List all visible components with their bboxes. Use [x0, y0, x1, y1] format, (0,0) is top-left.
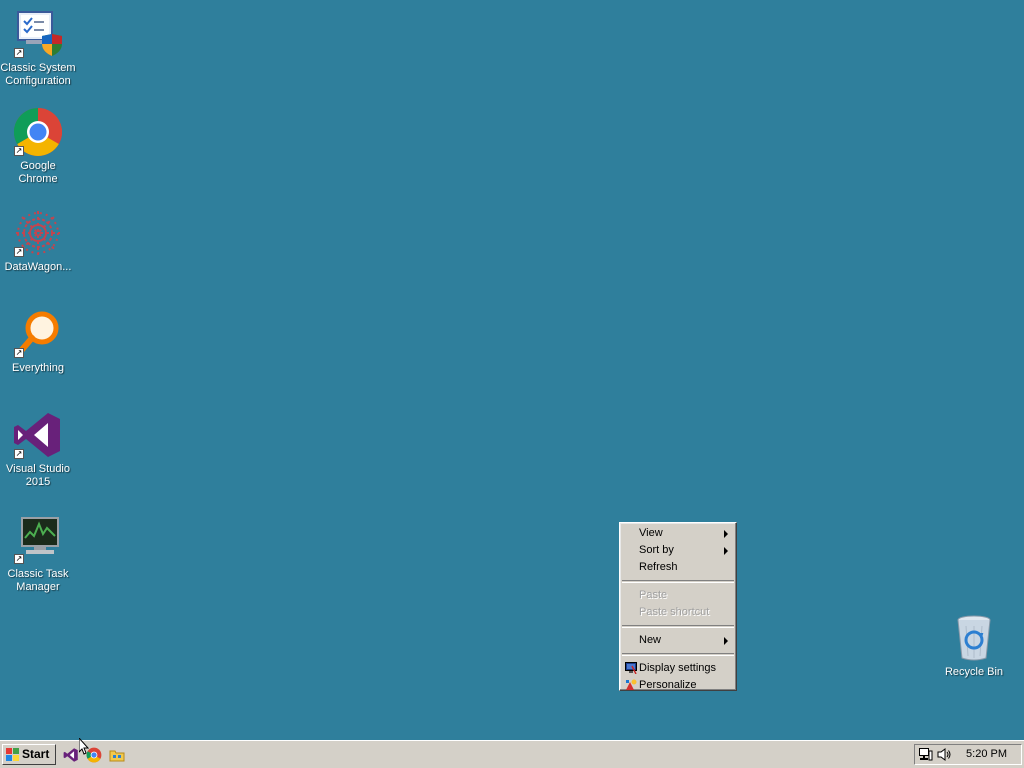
menu-item-label: Personalize	[639, 679, 697, 691]
desktop[interactable]: ↗ Classic System Configuration ↗ Google …	[0, 0, 1024, 740]
menu-item-view[interactable]: View	[622, 525, 734, 542]
desktop-icon-label: Everything	[12, 362, 64, 374]
shortcut-arrow-icon: ↗	[14, 146, 24, 156]
taskbar: Start 5:20 PM	[0, 740, 1024, 768]
chrome-icon: ↗	[12, 106, 64, 158]
menu-item-paste: Paste	[622, 587, 734, 604]
menu-item-paste-shortcut: Paste shortcut	[622, 604, 734, 621]
desktop-icon-datawagon[interactable]: ↗ DataWagon...	[0, 207, 76, 274]
menu-item-label: Sort by	[639, 544, 674, 556]
shortcut-arrow-icon: ↗	[14, 247, 24, 257]
desktop-icon-visual-studio[interactable]: ↗ Visual Studio 2015	[0, 409, 76, 489]
desktop-icon-label: Recycle Bin	[944, 666, 1004, 678]
desktop-icon-recycle-bin[interactable]: Recycle Bin	[936, 612, 1012, 679]
shortcut-arrow-icon: ↗	[14, 554, 24, 564]
visual-studio-icon: ↗	[12, 409, 64, 461]
submenu-arrow-icon	[724, 547, 728, 555]
taskbar-clock[interactable]: 5:20 PM	[966, 745, 1007, 764]
mouse-cursor-icon	[78, 736, 91, 756]
system-tray: 5:20 PM	[914, 744, 1022, 765]
network-icon[interactable]	[919, 748, 933, 761]
desktop-icon-label: DataWagon...	[4, 261, 72, 273]
start-button[interactable]: Start	[2, 744, 56, 765]
desktop-icon-label: Classic Task Manager	[7, 568, 69, 593]
menu-item-personalize[interactable]: Personalize	[622, 677, 734, 694]
task-manager-icon: ↗	[12, 514, 64, 566]
windows-logo-icon	[6, 748, 19, 761]
recycle-bin-icon	[948, 612, 1000, 664]
desktop-icon-label: Visual Studio 2015	[5, 463, 70, 488]
volume-icon[interactable]	[937, 748, 951, 761]
menu-item-label: Display settings	[639, 662, 717, 674]
shortcut-arrow-icon: ↗	[14, 449, 24, 459]
start-label: Start	[22, 747, 50, 761]
menu-item-label: Refresh	[639, 561, 678, 573]
menu-item-label: Paste	[639, 589, 668, 601]
desktop-icon-label: Classic System Configuration	[0, 62, 76, 87]
menu-separator	[622, 653, 734, 656]
desktop-icon-label: Google Chrome	[18, 160, 58, 185]
menu-item-label: View	[639, 527, 663, 539]
submenu-arrow-icon	[724, 637, 728, 645]
personalize-icon	[625, 679, 637, 691]
menu-item-refresh[interactable]: Refresh	[622, 559, 734, 576]
desktop-icon-system-configuration[interactable]: ↗ Classic System Configuration	[0, 8, 76, 88]
display-settings-icon	[625, 662, 637, 675]
menu-item-new[interactable]: New	[622, 632, 734, 649]
desktop-icon-task-manager[interactable]: ↗ Classic Task Manager	[0, 514, 76, 594]
menu-item-sort-by[interactable]: Sort by	[622, 542, 734, 559]
everything-search-icon: ↗	[12, 308, 64, 360]
system-configuration-icon: ↗	[12, 8, 64, 60]
shortcut-arrow-icon: ↗	[14, 48, 24, 58]
menu-separator	[622, 580, 734, 583]
desktop-icon-everything[interactable]: ↗ Everything	[0, 308, 76, 375]
shortcut-arrow-icon: ↗	[14, 348, 24, 358]
desktop-context-menu: View Sort by Refresh Paste Paste shortcu…	[619, 522, 737, 691]
submenu-arrow-icon	[724, 530, 728, 538]
menu-separator	[622, 625, 734, 628]
visual-studio-icon[interactable]	[63, 747, 79, 763]
menu-item-display-settings[interactable]: Display settings	[622, 660, 734, 677]
desktop-icon-google-chrome[interactable]: ↗ Google Chrome	[0, 106, 76, 186]
menu-item-label: New	[639, 634, 662, 646]
menu-item-label: Paste shortcut	[639, 606, 710, 618]
datawagon-icon: ↗	[12, 207, 64, 259]
folder-icon[interactable]	[109, 747, 125, 763]
